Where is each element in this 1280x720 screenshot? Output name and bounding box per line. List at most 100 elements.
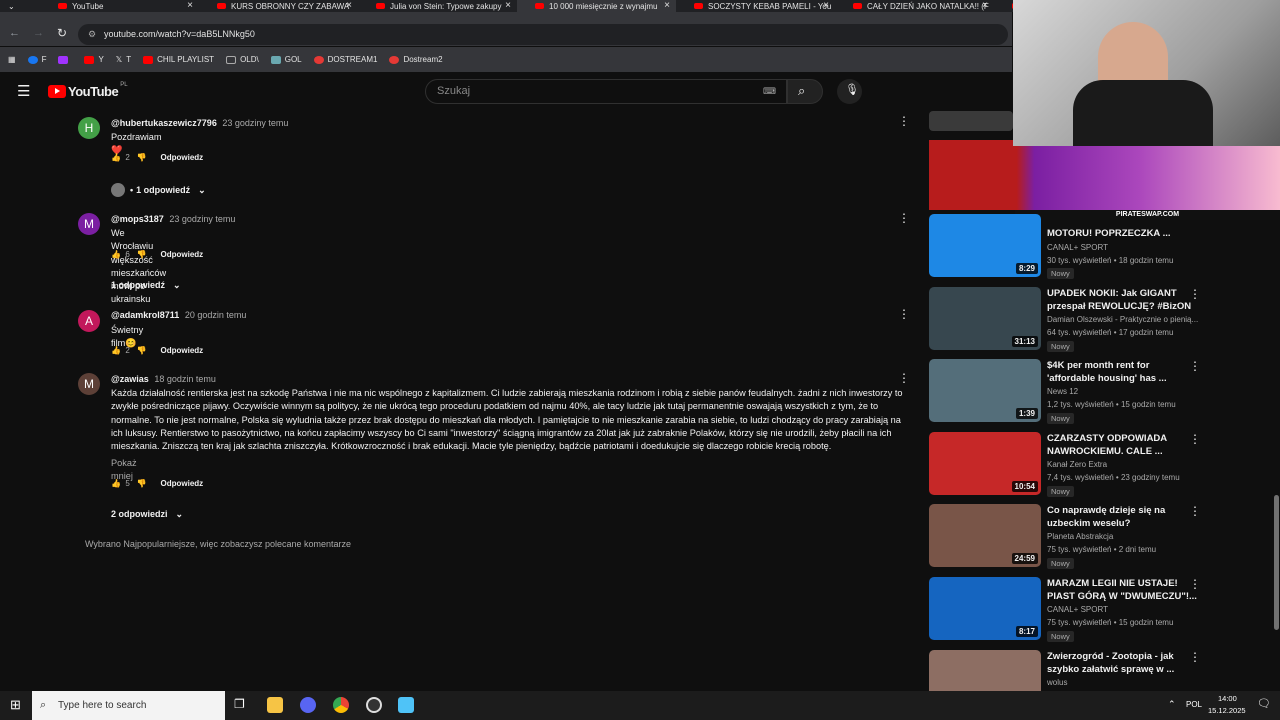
video-title[interactable]: Co naprawdę dzieje się na uzbeckim wesel…	[1047, 504, 1197, 530]
search-input[interactable]: Szukaj ⌨	[425, 79, 787, 104]
video-title[interactable]: Zwierzogród - Zootopia - jak szybko zała…	[1047, 650, 1197, 676]
file-explorer-icon[interactable]	[267, 697, 283, 713]
browser-tab[interactable]: Julia von Stein: Typowe zakupy ×	[358, 0, 517, 12]
close-tab-icon[interactable]: ×	[664, 0, 670, 12]
dislike-icon[interactable]: 👎	[137, 153, 147, 162]
more-options-icon[interactable]: ⋮	[1189, 650, 1201, 664]
search-button[interactable]: ⌕	[787, 79, 823, 104]
more-options-icon[interactable]: ⋮	[898, 371, 910, 385]
more-options-icon[interactable]: ⋮	[1189, 577, 1201, 591]
notifications-icon[interactable]: 🗨	[1257, 697, 1271, 710]
chevron-up-icon[interactable]: ⌃	[1168, 699, 1176, 710]
youtube-logo[interactable]: YouTube PL	[48, 82, 128, 99]
more-options-icon[interactable]: ⋮	[898, 114, 910, 128]
comment-author[interactable]: @zawias	[111, 374, 149, 384]
recommended-video[interactable]: 8:17 MARAZM LEGII NIE USTAJE! PIAST GÓRĄ…	[929, 577, 1269, 642]
comment-author[interactable]: @hubertukaszewicz7796	[111, 118, 217, 128]
recommended-video[interactable]: Zwierzogród - Zootopia - jak szybko zała…	[929, 650, 1269, 691]
close-tab-icon[interactable]: ×	[187, 0, 193, 12]
video-thumbnail[interactable]: 8:29	[929, 214, 1041, 277]
bookmark-messenger[interactable]	[58, 55, 72, 64]
comment-time[interactable]: 20 godzin temu	[185, 310, 247, 320]
reply-button[interactable]: Odpowiedz	[161, 153, 204, 162]
recommended-video[interactable]: 31:13 UPADEK NOKII: Jak GIGANT przespał …	[929, 287, 1269, 352]
dislike-icon[interactable]: 👎	[137, 479, 147, 488]
comment-author[interactable]: @mops3187	[111, 214, 164, 224]
recommended-video[interactable]: 1:39 $4K per month rent for 'affordable …	[929, 359, 1269, 424]
task-view-icon[interactable]: ❐	[234, 697, 245, 711]
bookmark-dostream1[interactable]: DOSTREAM1	[313, 55, 377, 64]
reply-button[interactable]: Odpowiedz	[161, 250, 204, 259]
bookmark-twitter[interactable]: 𝕏T	[116, 55, 131, 64]
url-field[interactable]: ⚙ youtube.com/watch?v=daB5LNNkg50	[78, 24, 1008, 45]
taskbar-search-input[interactable]: ⌕ Type here to search	[32, 691, 225, 720]
channel-name[interactable]: News 12	[1047, 387, 1078, 396]
close-tab-icon[interactable]: ×	[346, 0, 352, 12]
close-tab-icon[interactable]: ×	[982, 0, 988, 12]
more-options-icon[interactable]: ⋮	[1189, 504, 1201, 518]
bookmark-dostream2[interactable]: Dostream2	[389, 55, 443, 64]
channel-name[interactable]: CANAL+ SPORT	[1047, 243, 1108, 252]
like-icon[interactable]: 👍	[111, 346, 121, 355]
dislike-icon[interactable]: 👎	[137, 346, 147, 355]
more-options-icon[interactable]: ⋮	[1189, 359, 1201, 373]
recommended-video[interactable]: 10:54 CZARZASTY ODPOWIADA NAWROCKIEMU. C…	[929, 432, 1269, 497]
app-icon[interactable]	[398, 697, 414, 713]
back-icon[interactable]: ←	[9, 27, 20, 39]
obs-icon[interactable]	[366, 697, 382, 713]
video-title[interactable]: UPADEK NOKII: Jak GIGANT przespał REWOLU…	[1047, 287, 1197, 313]
scrollbar-thumb[interactable]	[1274, 495, 1279, 630]
avatar[interactable]: H	[78, 117, 100, 139]
discord-icon[interactable]	[300, 697, 316, 713]
avatar[interactable]: M	[78, 373, 100, 395]
close-tab-icon[interactable]: ×	[505, 0, 511, 12]
apps-grid-icon[interactable]: ▦	[8, 55, 16, 64]
browser-tab-youtube[interactable]: YouTube ×	[40, 0, 199, 12]
bookmark-old[interactable]: OLD\	[226, 55, 259, 64]
like-icon[interactable]: 👍	[111, 250, 121, 259]
video-thumbnail[interactable]	[929, 111, 1013, 131]
chrome-icon[interactable]	[333, 697, 349, 713]
more-options-icon[interactable]: ⋮	[1189, 432, 1201, 446]
tab-menu-icon[interactable]: ⌄	[8, 2, 15, 11]
channel-name[interactable]: Planeta Abstrakcja	[1047, 532, 1113, 541]
avatar[interactable]: A	[78, 310, 100, 332]
browser-tab-active[interactable]: 10 000 miesięcznie z wynajmu ×	[517, 0, 676, 12]
video-thumbnail[interactable]: 8:17	[929, 577, 1041, 640]
clock-date[interactable]: 15.12.2025	[1208, 706, 1246, 715]
more-options-icon[interactable]: ⋮	[898, 211, 910, 225]
like-icon[interactable]: 👍	[111, 153, 121, 162]
bookmark-chil-playlist[interactable]: CHIL PLAYLIST	[143, 55, 214, 64]
forward-icon[interactable]: →	[33, 27, 44, 39]
bookmark-facebook[interactable]: F	[27, 55, 46, 64]
recommended-video[interactable]: 24:59 Co naprawdę dzieje się na uzbeckim…	[929, 504, 1269, 569]
more-options-icon[interactable]: ⋮	[898, 307, 910, 321]
channel-name[interactable]: Damian Olszewski - Praktycznie o pienią.…	[1047, 315, 1198, 324]
view-replies-button[interactable]: • 1 odpowiedź ⌄	[111, 183, 206, 197]
view-replies-button[interactable]: 2 odpowiedzi ⌄	[111, 509, 183, 520]
dislike-icon[interactable]: 👎	[137, 250, 147, 259]
bookmark-youtube[interactable]: Y	[84, 55, 104, 64]
like-icon[interactable]: 👍	[111, 479, 121, 488]
view-replies-button[interactable]: 1 odpowiedź ⌄	[111, 280, 181, 291]
video-title[interactable]: MARAZM LEGII NIE USTAJE! PIAST GÓRĄ W "D…	[1047, 577, 1197, 603]
site-info-icon[interactable]: ⚙	[88, 24, 96, 45]
clock-time[interactable]: 14:00	[1218, 694, 1237, 703]
comment-time[interactable]: 23 godziny temu	[169, 214, 235, 224]
video-thumbnail[interactable]: 31:13	[929, 287, 1041, 350]
channel-name[interactable]: wolus	[1047, 678, 1067, 687]
reply-button[interactable]: Odpowiedz	[161, 346, 204, 355]
video-thumbnail[interactable]: 24:59	[929, 504, 1041, 567]
keyboard-icon[interactable]: ⌨	[763, 80, 776, 103]
browser-tab[interactable]: CAŁY DZIEŃ JAKO NATALKA!! (F ×	[835, 0, 994, 12]
voice-search-button[interactable]: 🎙	[837, 79, 862, 104]
menu-hamburger-icon[interactable]: ☰	[17, 82, 30, 100]
comment-time[interactable]: 23 godziny temu	[222, 118, 288, 128]
more-options-icon[interactable]: ⋮	[1189, 287, 1201, 301]
reload-icon[interactable]: ↻	[57, 26, 67, 40]
video-thumbnail[interactable]: 1:39	[929, 359, 1041, 422]
browser-tab[interactable]: SOCZYSTY KEBAB PAMELI - You ×	[676, 0, 835, 12]
channel-name[interactable]: CANAL+ SPORT	[1047, 605, 1108, 614]
channel-name[interactable]: Kanał Zero Extra	[1047, 460, 1107, 469]
reply-button[interactable]: Odpowiedz	[161, 479, 204, 488]
